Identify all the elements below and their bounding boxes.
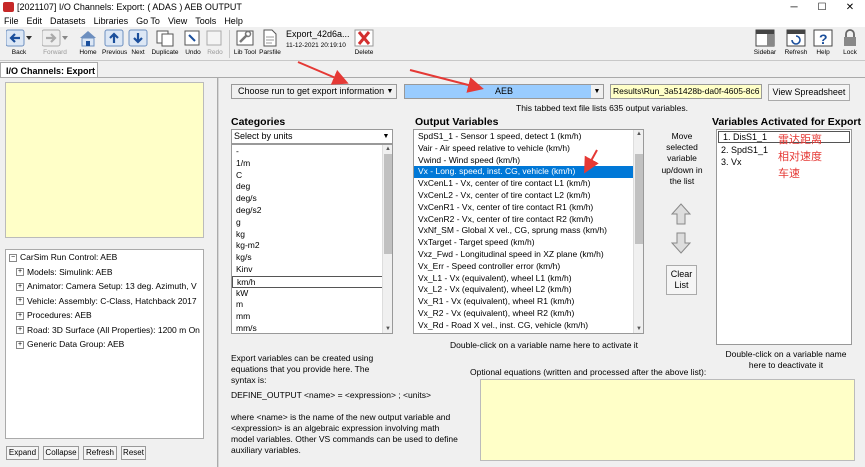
arrow-to-choose-run xyxy=(297,61,349,85)
arrow-to-run-select xyxy=(409,69,484,93)
arrow-to-vx-row xyxy=(584,149,599,174)
annotation-arrows xyxy=(297,61,599,174)
